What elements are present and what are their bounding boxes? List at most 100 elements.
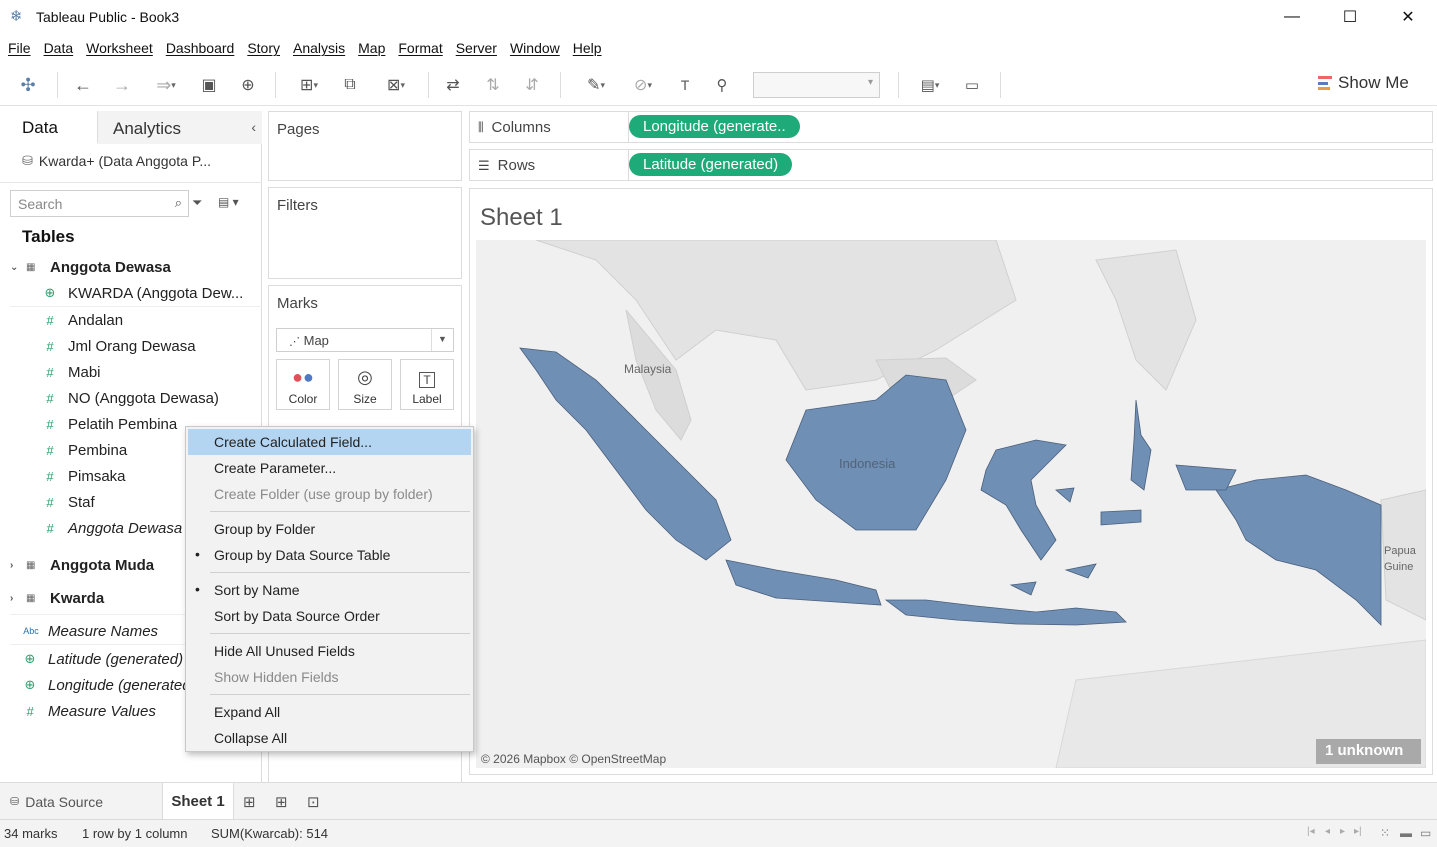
checked-bullet-icon: • [195, 581, 200, 597]
new-worksheet-icon[interactable]: ⊞ ▾ [289, 74, 329, 96]
field-label: Measure Names [48, 622, 159, 640]
menu-sort-by-name[interactable]: • Sort by Name [186, 577, 473, 603]
label-button[interactable]: T Label [400, 359, 454, 410]
presentation-mode-icon[interactable]: ▭ [960, 74, 984, 96]
halmahera-shape [1130, 399, 1152, 491]
fix-axes-icon[interactable]: ⚲ [710, 74, 734, 96]
menu-analysis[interactable]: Analysis [293, 40, 345, 56]
maximize-button[interactable]: ☐ [1321, 0, 1379, 34]
menu-server[interactable]: Server [456, 40, 497, 56]
color-button[interactable]: ●● Color [276, 359, 330, 410]
sheet-tab[interactable]: Sheet 1 [162, 783, 234, 820]
show-mark-labels-icon[interactable]: T [673, 74, 697, 96]
menu-worksheet[interactable]: Worksheet [86, 40, 153, 56]
toolbar-divider [57, 72, 58, 98]
highlight-icon[interactable]: ✎ ▾ [576, 74, 616, 96]
menu-create-calculated-field[interactable]: Create Calculated Field... [188, 429, 471, 455]
toolbar-divider [1000, 72, 1001, 98]
divider [0, 182, 262, 183]
sort-descending-icon[interactable]: ⇵ [520, 74, 544, 96]
tab-analytics[interactable]: Analytics ‹ [98, 111, 262, 144]
fit-dropdown[interactable] [753, 72, 880, 98]
menu-format[interactable]: Format [398, 40, 442, 56]
menu-hide-all-unused-fields[interactable]: Hide All Unused Fields [186, 638, 473, 664]
sheet-sorter-icon[interactable]: ⁙ [1380, 826, 1390, 840]
field-jml-orang-dewasa[interactable]: # Jml Orang Dewasa [0, 333, 262, 359]
menu-group-by-folder[interactable]: Group by Folder [186, 516, 473, 542]
menu-dashboard[interactable]: Dashboard [166, 40, 235, 56]
menu-help[interactable]: Help [573, 40, 602, 56]
field-label: Pelatih Pembina [68, 415, 178, 433]
size-button[interactable]: ◎ Size [338, 359, 392, 410]
measure-icon: # [46, 312, 54, 328]
field-no[interactable]: # NO (Anggota Dewasa) [0, 385, 262, 411]
tab-data[interactable]: Data [0, 111, 98, 144]
pages-shelf[interactable]: Pages [268, 111, 462, 181]
latitude-pill[interactable]: Latitude (generated) [629, 153, 793, 176]
menu-create-folder[interactable]: Create Folder (use group by folder) [186, 481, 473, 507]
menu-data[interactable]: Data [44, 40, 74, 56]
menu-expand-all[interactable]: Expand All [186, 699, 473, 725]
show-cards-icon[interactable]: ▤ ▾ [910, 74, 950, 96]
mark-type-dropdown[interactable]: ⋰ Map ▼ [276, 328, 454, 352]
menu-create-parameter[interactable]: Create Parameter... [186, 455, 473, 481]
menu-group-by-data-source-table[interactable]: • Group by Data Source Table [186, 542, 473, 568]
table-icon: ▦ [26, 559, 36, 571]
chevron-right-icon[interactable]: › [10, 560, 13, 571]
sheet-title[interactable]: Sheet 1 [480, 204, 563, 232]
longitude-pill[interactable]: Longitude (generate.. [629, 115, 800, 138]
tabs-icon[interactable]: ▭ [1420, 826, 1431, 840]
collapse-pane-icon[interactable]: ‹ [251, 119, 256, 135]
close-button[interactable]: ✕ [1379, 0, 1437, 34]
menu-show-hidden-fields[interactable]: Show Hidden Fields [186, 664, 473, 690]
last-page-icon[interactable]: ▸| [1354, 826, 1362, 837]
replay-icon[interactable]: ⇒ ▾ [146, 74, 186, 96]
menu-sort-by-data-source-order[interactable]: Sort by Data Source Order [186, 603, 473, 629]
clear-sheet-icon[interactable]: ⊠ ▾ [376, 74, 416, 96]
group-members-icon[interactable]: ⊘ ▾ [623, 74, 663, 96]
map-attribution[interactable]: © 2026 Mapbox © OpenStreetMap [481, 752, 666, 766]
columns-shelf[interactable]: ⫼ Columns [469, 111, 1433, 143]
tab-analytics-label: Analytics [113, 119, 182, 138]
save-icon[interactable]: ▣ [197, 74, 221, 96]
new-worksheet-icon[interactable]: ⊞ [243, 793, 256, 811]
tableau-home-icon[interactable]: ✣ [16, 74, 40, 96]
datasource-item[interactable]: ⛁ Kwarda+ (Data Anggota P... [22, 153, 211, 169]
view-options-icon[interactable]: ▤ ▾ [218, 195, 239, 209]
swap-rows-columns-icon[interactable]: ⇄ [441, 74, 465, 96]
field-label: Anggota Dewasa [68, 519, 183, 537]
menu-story[interactable]: Story [247, 40, 280, 56]
map-view[interactable]: Malaysia Indonesia Papua Guine [476, 240, 1426, 768]
field-label: Latitude (generated) [48, 650, 184, 668]
chevron-right-icon[interactable]: › [10, 593, 13, 604]
prev-page-icon[interactable]: ◂ [1325, 826, 1330, 837]
undo-icon[interactable]: ← [71, 74, 95, 96]
new-dashboard-icon[interactable]: ⊞ [275, 793, 288, 811]
menu-window[interactable]: Window [510, 40, 560, 56]
first-page-icon[interactable]: |◂ [1307, 826, 1315, 837]
field-kwarda[interactable]: ⊕ KWARDA (Anggota Dew... [0, 280, 262, 306]
data-source-tab[interactable]: ⛁ Data Source [0, 783, 160, 820]
redo-icon[interactable]: → [110, 74, 134, 96]
field-andalan[interactable]: # Andalan [0, 307, 262, 333]
table-label: Kwarda [50, 589, 105, 607]
filmstrip-icon[interactable]: ▬ [1400, 826, 1412, 840]
chevron-down-icon[interactable]: ⌄ [10, 262, 18, 273]
table-anggota-dewasa[interactable]: ⌄ ▦ Anggota Dewasa [0, 254, 262, 280]
search-input[interactable]: Search ⌕ [10, 190, 189, 217]
menu-file[interactable]: File [8, 40, 31, 56]
unknown-indicator[interactable]: 1 unknown [1316, 739, 1421, 764]
rows-shelf[interactable]: ☰ Rows [469, 149, 1433, 181]
filter-icon[interactable]: ⏷ [192, 195, 202, 211]
show-me-button[interactable]: Show Me [1318, 73, 1409, 93]
menu-map[interactable]: Map [358, 40, 385, 56]
new-story-icon[interactable]: ⊡ [307, 793, 320, 811]
next-page-icon[interactable]: ▸ [1340, 826, 1345, 837]
new-datasource-icon[interactable]: ⊕ [236, 74, 260, 96]
minimize-button[interactable]: — [1263, 0, 1321, 34]
duplicate-sheet-icon[interactable]: ⧉ [338, 74, 362, 96]
filters-shelf[interactable]: Filters [268, 187, 462, 279]
menu-collapse-all[interactable]: Collapse All [186, 725, 473, 751]
sort-ascending-icon[interactable]: ⇅ [481, 74, 505, 96]
field-mabi[interactable]: # Mabi [0, 359, 262, 385]
